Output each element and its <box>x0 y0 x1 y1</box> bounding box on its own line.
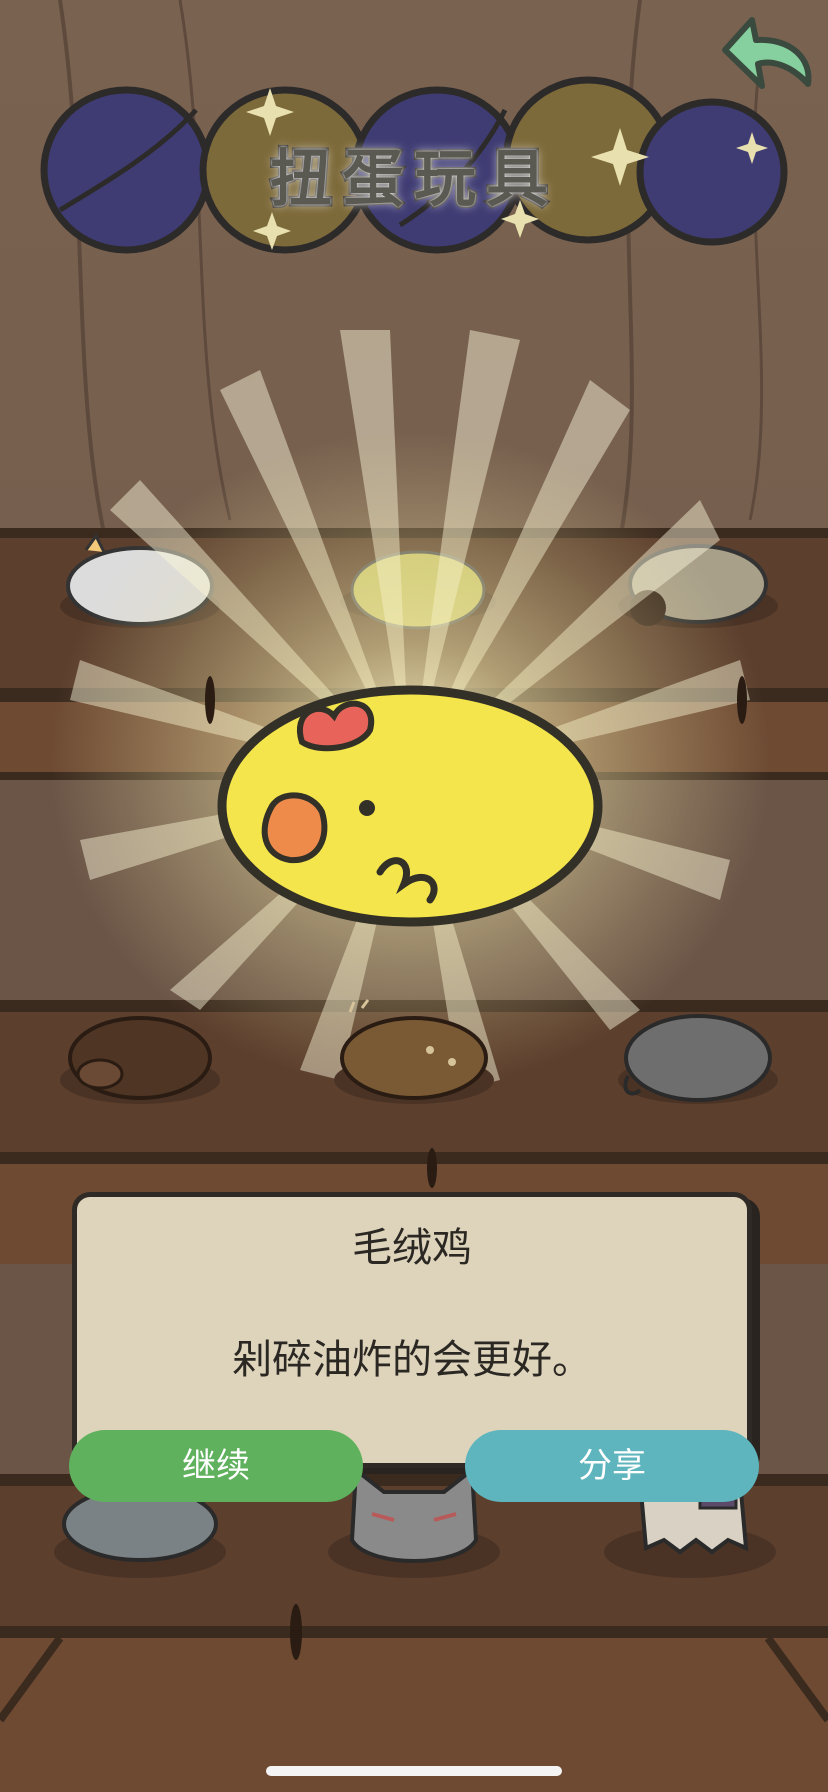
back-button[interactable] <box>708 14 818 98</box>
continue-button[interactable]: 继续 <box>69 1430 363 1502</box>
game-scene <box>0 0 828 1792</box>
toy-elephant <box>618 1014 778 1104</box>
share-button[interactable]: 分享 <box>465 1430 759 1502</box>
plush-chick <box>217 685 603 927</box>
home-indicator[interactable] <box>266 1766 562 1776</box>
toy-description: 剁碎油炸的会更好。 <box>232 1337 592 1383</box>
reveal-dialog: 毛绒鸡 剁碎油炸的会更好。 <box>72 1192 752 1468</box>
page-title: 扭蛋玩具 <box>268 140 558 217</box>
toy-name: 毛绒鸡 <box>352 1225 472 1271</box>
